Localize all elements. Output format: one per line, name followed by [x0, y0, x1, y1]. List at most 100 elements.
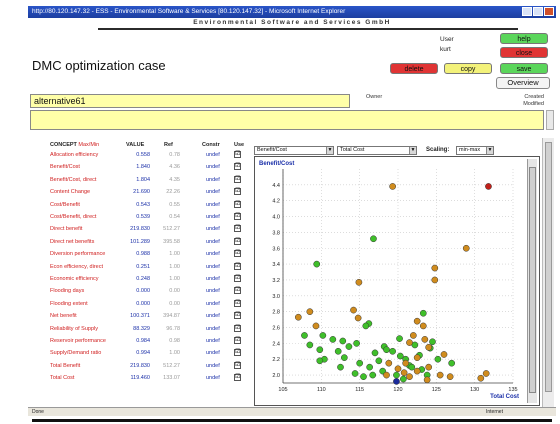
table-row[interactable]: Flooding days 0.000 0.00 undef ☑: [30, 287, 252, 300]
table-row[interactable]: Direct net benefits 101.289 395.58 undef ☑: [30, 237, 252, 251]
data-point-feasible[interactable]: [316, 357, 324, 365]
data-point-alternative[interactable]: [477, 374, 485, 382]
table-row[interactable]: Allocation efficiency 0.558 0.78 undef ☑: [30, 151, 252, 164]
data-point-feasible[interactable]: [400, 375, 407, 383]
data-point-feasible[interactable]: [419, 309, 427, 317]
table-row[interactable]: Total Benefit 219.830 512.27 undef ☑: [30, 361, 252, 375]
concept-name[interactable]: Econ efficiency, direct: [50, 264, 103, 270]
table-row[interactable]: Content Change 21.690 22.26 undef ☑: [30, 188, 252, 201]
table-row[interactable]: Total Cost 119.460 133.07 undef ☑: [30, 374, 252, 387]
concept-name[interactable]: Direct net benefits: [50, 239, 94, 245]
data-point-alternative[interactable]: [419, 322, 427, 330]
concept-name[interactable]: Total Cost: [50, 375, 74, 381]
maximize-button[interactable]: [533, 7, 543, 16]
data-point-alternative[interactable]: [406, 373, 413, 381]
data-point-feasible[interactable]: [383, 346, 390, 354]
data-point-alternative[interactable]: [406, 339, 413, 346]
concept-name[interactable]: Reliability of Supply: [50, 326, 98, 332]
use-checkbox[interactable]: ☑: [234, 163, 241, 171]
data-point-feasible[interactable]: [434, 355, 442, 363]
scrollbar-thumb[interactable]: [529, 167, 536, 393]
data-point-feasible[interactable]: [301, 332, 308, 339]
data-point-feasible[interactable]: [396, 335, 403, 342]
table-row[interactable]: Benefit/Cost 1.840 4.36 undef ☑: [30, 163, 252, 176]
data-point-current[interactable]: [393, 378, 400, 385]
data-point-alternative[interactable]: [389, 183, 396, 190]
chart-scrollbar[interactable]: [527, 159, 537, 403]
use-checkbox[interactable]: ☑: [234, 250, 241, 258]
data-point-feasible[interactable]: [313, 260, 321, 268]
data-point-feasible[interactable]: [370, 235, 377, 243]
data-point-feasible[interactable]: [340, 354, 348, 361]
data-point-alternative[interactable]: [431, 276, 439, 284]
data-point-feasible[interactable]: [429, 338, 436, 346]
concept-name[interactable]: Direct benefit: [50, 226, 82, 232]
delete-button[interactable]: delete: [390, 63, 438, 74]
use-checkbox[interactable]: ☑: [234, 175, 241, 183]
data-point-alternative[interactable]: [294, 313, 302, 321]
use-checkbox[interactable]: ☑: [234, 275, 241, 282]
data-point-feasible[interactable]: [375, 357, 383, 365]
concept-name[interactable]: Net benefit: [50, 313, 77, 319]
data-point-alternative[interactable]: [425, 343, 433, 351]
data-point-feasible[interactable]: [306, 341, 314, 349]
data-point-feasible[interactable]: [356, 359, 364, 367]
data-point-feasible[interactable]: [393, 371, 400, 379]
data-point-alternative[interactable]: [394, 365, 402, 373]
data-point-alternative[interactable]: [425, 363, 433, 371]
use-checkbox[interactable]: ☑: [234, 262, 241, 270]
page-scrollbar[interactable]: [542, 138, 554, 408]
data-point-alternative[interactable]: [350, 306, 357, 314]
use-checkbox[interactable]: ☑: [234, 337, 241, 344]
use-checkbox[interactable]: ☑: [234, 374, 241, 382]
y-axis-select[interactable]: Benefit/Cost ▼: [254, 146, 334, 155]
data-point-alternative[interactable]: [413, 354, 421, 361]
data-point-alternative[interactable]: [446, 373, 454, 381]
use-checkbox[interactable]: ☑: [234, 287, 241, 295]
table-row[interactable]: Flooding extent 0.000 0.00 undef ☑: [30, 299, 252, 313]
close-button[interactable]: close: [500, 47, 548, 58]
data-point-feasible[interactable]: [448, 359, 456, 367]
use-checkbox[interactable]: ☑: [234, 225, 241, 233]
data-point-alternative[interactable]: [354, 314, 362, 322]
data-point-feasible[interactable]: [345, 343, 353, 350]
data-point-feasible[interactable]: [360, 373, 367, 381]
data-point-alternative[interactable]: [355, 278, 363, 286]
table-row[interactable]: Supply/Demand ratio 0.994 1.00 undef ☑: [30, 349, 252, 362]
use-checkbox[interactable]: ☑: [234, 361, 241, 369]
concept-name[interactable]: Total Benefit: [50, 363, 80, 369]
close-window-button[interactable]: [544, 7, 554, 16]
use-checkbox[interactable]: ☑: [234, 349, 241, 357]
concept-name[interactable]: Benefit/Cost: [50, 164, 80, 170]
table-row[interactable]: Diversion performance 0.988 1.00 undef ☑: [30, 250, 252, 263]
table-row[interactable]: Reliability of Supply 88.329 96.78 undef ☑: [30, 324, 252, 338]
copy-button[interactable]: copy: [444, 63, 492, 74]
data-point-feasible[interactable]: [351, 370, 359, 377]
concept-name[interactable]: Benefit/Cost, direct: [50, 177, 96, 183]
data-point-alternative[interactable]: [431, 264, 439, 272]
data-point-alternative[interactable]: [413, 367, 421, 375]
data-point-feasible[interactable]: [366, 363, 373, 371]
concept-name[interactable]: Flooding extent: [50, 301, 88, 307]
table-row[interactable]: Net benefit 100.371 394.87 undef ☑: [30, 312, 252, 325]
data-point-feasible[interactable]: [408, 363, 416, 371]
x-axis-select[interactable]: Total Cost ▼: [337, 146, 417, 155]
use-checkbox[interactable]: ☑: [234, 312, 241, 320]
data-point-alternative[interactable]: [440, 351, 448, 358]
use-checkbox[interactable]: ☑: [234, 324, 241, 332]
data-point-alternative[interactable]: [306, 308, 314, 316]
table-row[interactable]: Cost/Benefit 0.543 0.55 undef ☑: [30, 200, 252, 214]
concept-name[interactable]: Flooding days: [50, 288, 84, 294]
save-button[interactable]: save: [500, 63, 548, 74]
concept-name[interactable]: Economic efficiency: [50, 276, 99, 282]
scrollbar-thumb[interactable]: [545, 142, 552, 392]
description-scrollbar[interactable]: [546, 110, 554, 130]
data-point-reference[interactable]: [485, 183, 492, 190]
scaling-select[interactable]: min-max ▼: [456, 146, 494, 155]
data-point-alternative[interactable]: [462, 244, 470, 252]
data-point-alternative[interactable]: [402, 359, 410, 367]
concept-name[interactable]: Supply/Demand ratio: [50, 350, 101, 356]
maxmin-toggle[interactable]: Max/Min: [78, 142, 99, 148]
table-row[interactable]: Benefit/Cost, direct 1.804 4.35 undef ☑: [30, 175, 252, 189]
data-point-feasible[interactable]: [362, 322, 370, 330]
